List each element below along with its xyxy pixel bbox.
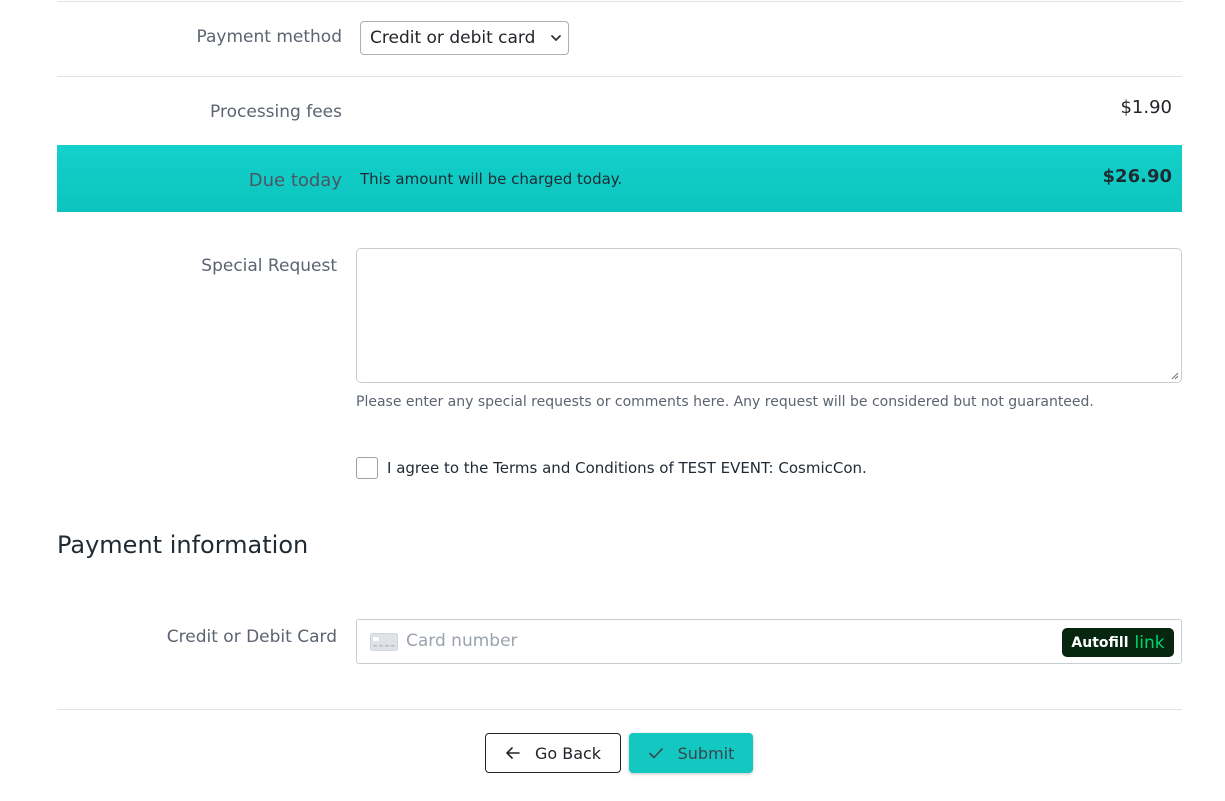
terms-checkbox[interactable] [356,457,378,479]
resize-handle-icon[interactable] [1169,370,1179,380]
card-label: Credit or Debit Card [166,627,337,647]
divider-bottom [57,709,1182,710]
due-today-bar: Due today This amount will be charged to… [57,145,1182,212]
processing-fees-amount: $1.90 [1120,97,1172,118]
divider-payment [57,76,1182,77]
link-logo: link [1134,632,1165,653]
checkout-form: Payment method Credit or debit card Proc… [0,0,1225,801]
special-request-label: Special Request [201,256,337,276]
card-number-field[interactable]: Card number Autofill link [356,619,1182,664]
payment-information-heading: Payment information [57,531,309,559]
go-back-button[interactable]: Go Back [485,733,621,773]
autofill-link-button[interactable]: Autofill link [1062,628,1174,657]
go-back-label: Go Back [534,743,602,763]
payment-method-value: Credit or debit card [370,28,536,48]
autofill-label: Autofill [1071,634,1129,651]
processing-fees-label: Processing fees [210,102,342,122]
due-today-amount: $26.90 [1102,166,1172,187]
terms-label[interactable]: I agree to the Terms and Conditions of T… [387,459,867,477]
special-request-textarea[interactable] [356,248,1182,383]
due-today-label: Due today [248,170,342,191]
submit-button[interactable]: Submit [629,733,753,773]
credit-card-icon [370,633,398,651]
checkmark-icon [648,748,663,759]
chevron-down-icon [551,35,561,41]
card-number-input[interactable]: Card number [406,631,518,651]
submit-label: Submit [677,743,735,763]
arrow-left-icon [506,747,520,759]
payment-method-label: Payment method [196,27,342,47]
special-request-help: Please enter any special requests or com… [356,394,1094,410]
due-today-note: This amount will be charged today. [360,170,623,188]
divider-top [57,1,1182,2]
payment-method-select[interactable]: Credit or debit card [360,21,569,55]
